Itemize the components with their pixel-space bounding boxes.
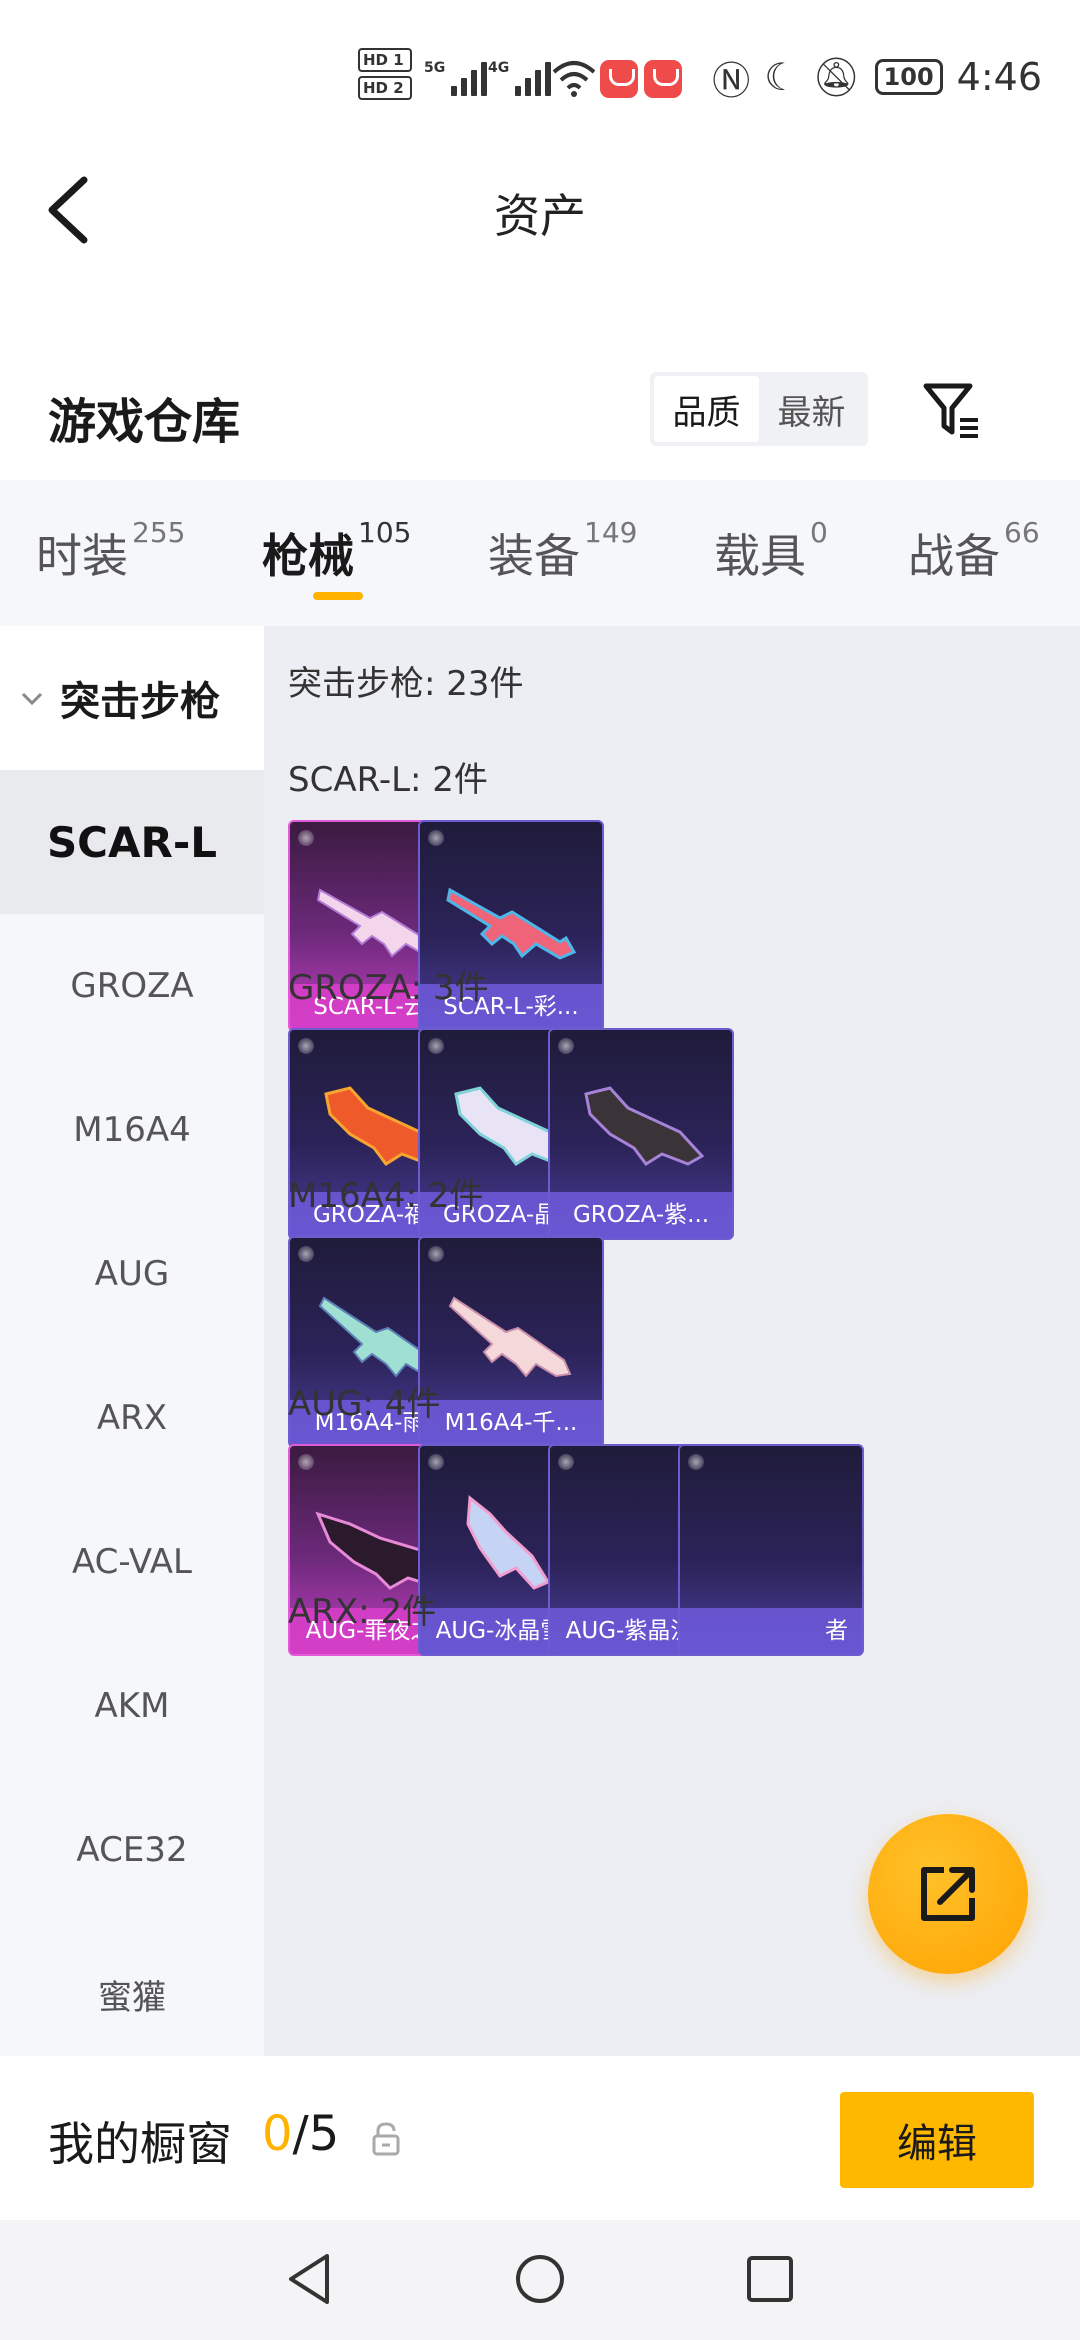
app-header: 资产 [0,130,1080,290]
sidebar-item-groza[interactable]: GROZA [0,914,264,1058]
sort-quality-button[interactable]: 品质 [654,376,759,442]
sort-toggle: 品质 最新 [650,372,868,446]
tab-equipment[interactable]: 装备 149 [488,516,637,586]
filter-icon[interactable] [920,378,984,442]
sidebar-item-aug[interactable]: AUG [0,1202,264,1346]
group-label-scar-l: SCAR-L: 2件 [288,760,488,800]
wifi-icon [552,61,596,97]
sidebar-item-honey-badger[interactable]: 蜜獾 [0,1922,264,2056]
chevron-down-icon [21,692,43,706]
share-external-icon [921,1867,975,1921]
sidebar-item-scar-l[interactable]: SCAR-L [0,770,264,914]
tab-label: 装备 [488,529,580,583]
weapon-name: M16A4-千... [420,1400,602,1446]
category-tabs: 时装 255 枪械 105 装备 149 载具 0 战备 66 [0,480,1080,626]
bell-off-icon: 🔕︎ [812,54,861,99]
status-bar: HD 1 HD 2 5G 4G Ⓝ ☾ 🔕︎ 100 4:46 [0,0,1080,130]
sidebar-group-assault-rifle[interactable]: 突击步枪 [0,626,264,770]
sparkle-icon [428,830,444,846]
battery-icon: 100 [874,59,943,95]
status-right: Ⓝ ☾ 🔕︎ 100 4:46 [712,52,1042,103]
tab-count: 105 [358,516,412,549]
tab-fashion[interactable]: 时装 255 [36,516,185,586]
nav-recent-icon[interactable] [735,2244,805,2314]
tab-count: 66 [1004,516,1040,549]
group-label-arx: ARX: 2件 [288,1592,437,1632]
nav-home-icon[interactable] [505,2244,575,2314]
active-tab-indicator [313,592,363,600]
tab-count: 149 [584,516,638,549]
signal-4g-icon: 4G [488,60,552,96]
sidebar-item-arx[interactable]: ARX [0,1346,264,1490]
sparkle-icon [428,1246,444,1262]
weapon-name: 者 [680,1608,862,1654]
sparkle-icon [428,1454,444,1470]
weapon-sidebar: 突击步枪 SCAR-L GROZA M16A4 AUG ARX AC-VAL A… [0,626,264,2056]
edit-button[interactable]: 编辑 [840,2092,1034,2188]
page-title: 资产 [494,189,586,243]
signal-5g-icon: 5G [424,60,488,96]
showcase-count: 0/5 [262,2106,339,2162]
moon-icon: ☾ [764,55,799,99]
weapon-card[interactable]: GROZA-紫... [548,1028,734,1240]
category-total: 突击步枪: 23件 [288,664,524,704]
sparkle-icon [298,1246,314,1262]
sparkle-icon [298,1454,314,1470]
tab-label: 时装 [36,529,128,583]
net1-label: 5G [424,60,446,76]
share-button[interactable] [868,1814,1028,1974]
nfc-icon: Ⓝ [712,58,751,103]
hd1-label: HD 1 [358,48,412,72]
group-label-aug: AUG: 4件 [288,1384,441,1424]
nav-back-icon[interactable] [275,2244,345,2314]
app-store-notification-icon [600,60,638,98]
clock: 4:46 [956,55,1042,99]
tab-count: 255 [132,516,186,549]
weapon-name: GROZA-紫... [550,1192,732,1238]
system-nav-bar [0,2220,1080,2340]
rifle-icon [448,1296,572,1378]
lock-icon[interactable] [370,2122,402,2156]
tab-label: 战备 [908,529,1000,583]
tab-supplies[interactable]: 战备 66 [908,516,1040,586]
hd-indicator: HD 1 HD 2 [358,48,414,104]
group-label-groza: GROZA: 3件 [288,968,489,1008]
sparkle-icon [558,1038,574,1054]
sidebar-group-label: 突击步枪 [60,679,220,725]
net2-label: 4G [488,60,510,76]
weapon-card[interactable]: M16A4-千... [418,1236,604,1448]
sidebar-item-ac-val[interactable]: AC-VAL [0,1490,264,1634]
sidebar-item-m16a4[interactable]: M16A4 [0,1058,264,1202]
sparkle-icon [428,1038,444,1054]
tab-guns[interactable]: 枪械 105 [262,516,411,586]
app-store-notification-icon [644,60,682,98]
hd2-label: HD 2 [358,76,412,100]
showcase-label: 我的橱窗 [48,2117,232,2171]
showcase-bar: 我的橱窗 0/5 编辑 [0,2056,1080,2220]
sparkle-icon [298,830,314,846]
sparkle-icon [298,1038,314,1054]
tab-label: 载具 [714,529,806,583]
rifle-icon [584,1086,705,1167]
sidebar-item-ace32[interactable]: ACE32 [0,1778,264,1922]
showcase-current: 0 [262,2106,293,2162]
sidebar-item-akm[interactable]: AKM [0,1634,264,1778]
warehouse-header: 游戏仓库 品质 最新 [0,330,1080,480]
weapon-card[interactable]: 者 [678,1444,864,1656]
sort-newest-button[interactable]: 最新 [759,376,864,442]
tab-count: 0 [810,516,828,549]
warehouse-title: 游戏仓库 [48,394,241,450]
group-label-m16a4: M16A4: 2件 [288,1176,484,1216]
rifle-icon [446,887,577,960]
showcase-total: /5 [292,2106,340,2162]
sparkle-icon [558,1454,574,1470]
tab-vehicles[interactable]: 载具 0 [714,516,828,586]
tab-label: 枪械 [262,529,354,583]
sparkle-icon [688,1454,704,1470]
